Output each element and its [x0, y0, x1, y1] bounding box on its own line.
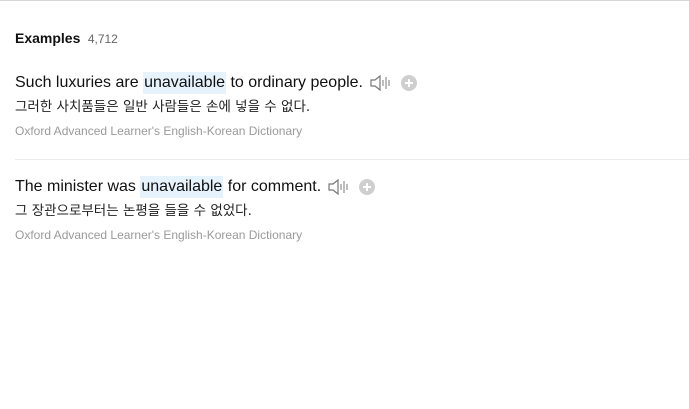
example-source: Oxford Advanced Learner's English-Korean… [15, 124, 303, 138]
section-header: Examples 4,712 [15, 30, 118, 48]
example-translation: 그러한 사치품들은 일반 사람들은 손에 넣을 수 없다. [15, 99, 311, 115]
example-source: Oxford Advanced Learner's English-Korean… [15, 228, 303, 242]
highlighted-word: unavailable [143, 72, 227, 94]
example-translation: 그 장관으로부터는 논평을 들을 수 없었다. [15, 203, 252, 219]
example-sentence: The minister was unavailable for comment… [15, 176, 689, 198]
sentence-text-after: for comment. [223, 178, 322, 195]
speaker-icon[interactable] [327, 177, 349, 197]
example-sentence: Such luxuries are unavailable to ordinar… [15, 72, 689, 94]
sentence-text-before: The minister was [15, 178, 141, 195]
divider [15, 159, 689, 160]
highlighted-word: unavailable [140, 176, 224, 198]
sentence-text-before: Such luxuries are [15, 74, 144, 91]
example-item: Such luxuries are unavailable to ordinar… [15, 72, 689, 139]
speaker-icon[interactable] [369, 73, 391, 93]
top-border [0, 0, 689, 1]
sentence-text-after: to ordinary people. [226, 74, 363, 91]
add-to-wordbook-button[interactable] [359, 179, 376, 195]
add-to-wordbook-button[interactable] [401, 75, 417, 91]
example-item: The minister was unavailable for comment… [15, 176, 689, 243]
section-count: 4,712 [87, 32, 118, 46]
section-title: Examples [15, 30, 81, 46]
